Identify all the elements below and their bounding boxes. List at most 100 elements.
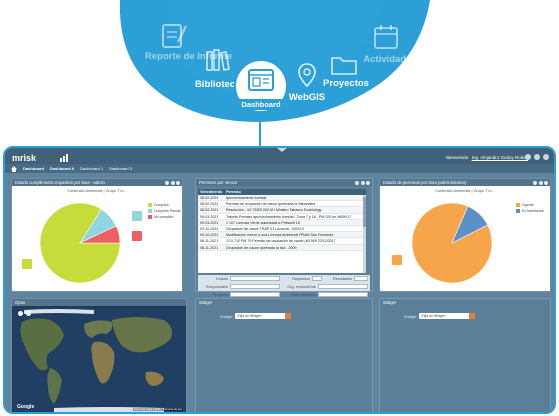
breadcrumb: Dashboard Dashboard 0 Dashboard 1 Dashbo… <box>5 164 554 173</box>
books-icon[interactable] <box>205 48 231 74</box>
widget-title: Open <box>15 300 26 305</box>
menu-item-actividades-label: Actividades <box>363 54 417 65</box>
legend-item-cumplido: Cumplido <box>148 203 169 207</box>
cell-permiso: Ocupación de cauce quebrada la Isla - 20… <box>226 245 297 250</box>
widget-header-icons <box>533 180 548 185</box>
widget-header: Estado de permisos por área (administrat… <box>380 179 550 186</box>
crumb-dashboard-0[interactable]: Dashboard 0 <box>48 166 76 171</box>
widget-empty-right: Widget Widget Elija un Widget <box>379 298 551 412</box>
cell-vencimiento: 08-02-2021 <box>200 208 219 213</box>
calendar-icon[interactable] <box>373 24 399 50</box>
gear-icon[interactable] <box>533 180 537 185</box>
observaciones-field[interactable] <box>318 292 368 297</box>
label-requisitos: Requisitos <box>292 277 310 281</box>
chevron-down-icon[interactable] <box>285 313 292 319</box>
cell-vencimiento: 09-03-2021 <box>200 214 219 219</box>
cell-vencimiento: 03-10-2021 <box>200 226 219 231</box>
cell-vencimiento: 08-02-2021 <box>200 196 219 200</box>
label-responsable: Responsable <box>205 285 228 289</box>
google-logo: Google <box>17 404 35 410</box>
label-estado: Estado <box>216 277 228 281</box>
menu-item-biblioteca-label: Bibliotec <box>194 79 236 90</box>
table-scroll-thumb[interactable] <box>363 197 366 227</box>
proyecto-field[interactable] <box>230 292 280 297</box>
cell-permiso: Trámite Permiso aprovechamiento forestal… <box>226 214 352 219</box>
cell-vencimiento: 08-11-2021 <box>200 245 219 250</box>
menu-item-webgis-label: WebGIS <box>288 92 326 103</box>
org-emisor-field[interactable] <box>318 284 368 289</box>
menu-item-biblioteca[interactable]: Bibliotec <box>190 80 240 90</box>
close-icon[interactable] <box>366 180 370 185</box>
table-row[interactable]: 08-11-2021 Ocupación de cauce quebrada la… <box>198 244 366 251</box>
widget-picker-label: Widget <box>220 313 233 319</box>
widget-pie-permisos: Estado de permisos por área (administrat… <box>379 178 551 292</box>
map-attribution[interactable]: Datos del mapa ©2021 | Términos de uso <box>133 408 183 411</box>
chevron-down-icon[interactable] <box>469 313 476 319</box>
map-layers-control[interactable] <box>26 311 31 316</box>
refresh-icon[interactable] <box>170 180 175 185</box>
crumb-dashboard-2[interactable]: Dashboard 2 <box>107 166 134 171</box>
legend-item-vigente: Vigente <box>516 203 534 207</box>
legend-label: Vigente <box>522 203 534 207</box>
gear-icon[interactable] <box>165 180 169 185</box>
world-map[interactable] <box>14 308 185 413</box>
cell-vencimiento: 08-02-2021 <box>200 202 219 207</box>
welcome-text: Bienvenido <box>446 155 469 160</box>
label-proyecto: Proyecto <box>213 293 228 297</box>
widget-header: Widget <box>380 299 550 306</box>
collapse-handle-icon[interactable] <box>277 148 287 152</box>
logout-icon[interactable] <box>543 154 549 160</box>
close-icon[interactable] <box>544 180 548 185</box>
widget-title: Widget <box>199 300 213 305</box>
help-icon[interactable] <box>534 154 540 160</box>
responsable-field[interactable] <box>230 284 280 289</box>
chart-subtitle: Contenido Ambiental | Grupo T m... <box>435 189 495 193</box>
crumb-dashboard-1[interactable]: Dashboard 1 <box>78 166 105 171</box>
user-info[interactable]: Bienvenido Ing. Alejandro Godoy Rodas <box>446 155 528 160</box>
widget-picker-select[interactable]: Elija un Widget <box>419 313 476 319</box>
cell-permiso: 1 107 Licencia Verde autorizada a Peliss… <box>226 220 300 225</box>
legend-item-parcial: Cumplido Parcial <box>148 209 180 213</box>
app-logo: mrisk <box>12 153 37 163</box>
map-pin-icon[interactable] <box>296 62 318 88</box>
cell-permiso: aprovechamiento forestal <box>226 196 267 200</box>
pie-chart-permisos <box>411 202 493 284</box>
legend-label: Cumplido <box>154 203 169 207</box>
cell-permiso: Resolución - 10 73300 000 M.I Ministro T… <box>226 208 322 213</box>
estado-field[interactable] <box>230 276 280 281</box>
crumb-dashboard[interactable]: Dashboard <box>21 166 46 171</box>
permisos-table: Vencimiento Permiso 08-02-2021 aprovecham… <box>198 189 366 273</box>
refresh-icon[interactable] <box>360 180 365 185</box>
legend-label: En tramitación <box>522 209 545 213</box>
label-resultados: Resultados <box>333 277 352 281</box>
legend-chip-red <box>132 231 142 241</box>
refresh-icon[interactable] <box>538 180 543 185</box>
menu-item-proyectos[interactable]: Proyectos <box>320 79 372 89</box>
widget-picker-row: Widget Elija un Widget <box>220 313 292 319</box>
settings-icon[interactable] <box>525 154 531 160</box>
cell-vencimiento: 09-03-2021 <box>200 220 219 225</box>
cell-permiso: Permiso de ocupación de cauce quebrada l… <box>226 202 316 207</box>
bar-chart-icon <box>60 154 68 162</box>
dashboard-icon <box>248 69 274 91</box>
widget-header: Estado cumplimiento requisitos por área … <box>12 179 182 186</box>
pie-chart-requisitos <box>39 202 121 284</box>
cell-vencimiento: 09-10-2021 <box>200 233 219 238</box>
requisitos-field[interactable] <box>312 276 322 281</box>
folder-icon[interactable] <box>330 54 358 76</box>
close-icon[interactable] <box>176 180 180 185</box>
menu-item-actividades[interactable]: Actividades <box>360 55 420 65</box>
menu-item-webgis[interactable]: WebGIS <box>282 93 332 103</box>
widget-header-icons <box>355 180 370 185</box>
report-icon[interactable] <box>160 22 188 50</box>
menu-item-proyectos-label: Proyectos <box>323 78 369 89</box>
gear-icon[interactable] <box>355 180 359 185</box>
menu-item-dashboard-label: Dashboard <box>234 99 288 110</box>
menu-item-reporte[interactable]: Reporte de Informe <box>145 52 232 62</box>
map-zoom-control[interactable] <box>18 311 23 316</box>
widget-picker-select[interactable]: Elija un Widget <box>235 313 292 319</box>
widget-picker-label: Widget <box>404 313 417 319</box>
home-icon[interactable] <box>11 166 17 172</box>
resultados-field[interactable] <box>354 276 368 281</box>
widget-header-icons <box>165 180 180 185</box>
